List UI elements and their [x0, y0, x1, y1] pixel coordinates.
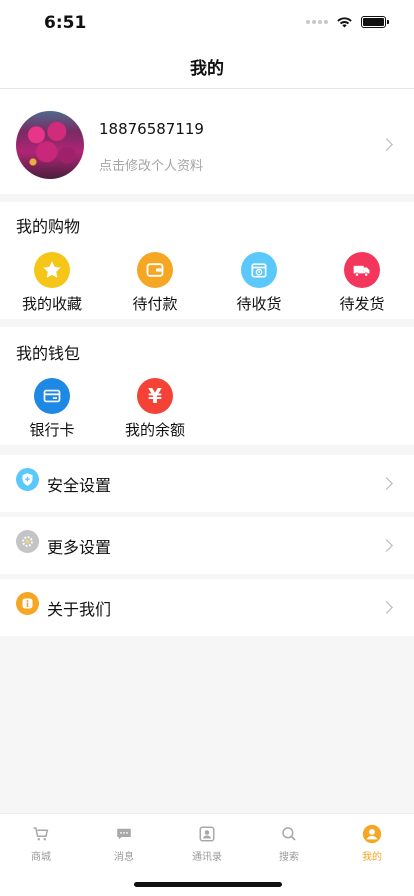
- pending-receipt-label: 待收货: [236, 295, 282, 313]
- profile-phone: 18876587119: [99, 120, 204, 138]
- favorites-button[interactable]: 我的收藏: [14, 252, 90, 314]
- pending-payment-label: 待付款: [132, 295, 178, 313]
- navigation-bar: 我的: [0, 44, 414, 89]
- truck-icon: [344, 252, 380, 288]
- clock-package-icon: [241, 252, 277, 288]
- pending-payment-button[interactable]: 待付款: [117, 252, 193, 314]
- more-settings-label: 更多设置: [47, 538, 112, 557]
- about-us-row[interactable]: 关于我们: [0, 579, 414, 636]
- tab-mine[interactable]: 我的: [342, 824, 402, 863]
- profile-card[interactable]: 18876587119 点击修改个人资料: [0, 89, 414, 194]
- security-settings-label: 安全设置: [47, 476, 112, 495]
- cart-icon: [31, 824, 51, 844]
- status-time: 6:51: [44, 13, 87, 33]
- tab-messages[interactable]: 消息: [94, 824, 154, 863]
- page-title: 我的: [190, 58, 224, 79]
- user-icon: [362, 824, 382, 844]
- pending-receipt-button[interactable]: 待收货: [221, 252, 297, 314]
- search-icon: [279, 824, 299, 844]
- contacts-icon: [197, 824, 217, 844]
- message-icon: [114, 824, 134, 844]
- signal-icon: [306, 20, 328, 24]
- yuan-icon: ¥: [137, 378, 173, 414]
- status-indicators: [306, 16, 389, 28]
- security-settings-row[interactable]: 安全设置: [0, 455, 414, 512]
- avatar[interactable]: [16, 111, 84, 179]
- tab-contacts-label: 通讯录: [192, 852, 222, 863]
- balance-button[interactable]: ¥ 我的余额: [117, 378, 193, 440]
- shield-icon: [16, 468, 39, 491]
- pending-shipment-button[interactable]: 待发货: [324, 252, 400, 314]
- tab-mall-label: 商城: [31, 852, 51, 863]
- wallet-title: 我的钱包: [16, 344, 81, 363]
- wifi-icon: [337, 17, 352, 28]
- bank-card-button[interactable]: 银行卡: [14, 378, 90, 440]
- tab-search-label: 搜索: [279, 852, 299, 863]
- pending-shipment-label: 待发货: [339, 295, 385, 313]
- more-settings-row[interactable]: 更多设置: [0, 517, 414, 574]
- wallet-icon: [137, 252, 173, 288]
- balance-label: 我的余额: [124, 421, 185, 439]
- tab-mine-label: 我的: [362, 852, 382, 863]
- tab-contacts[interactable]: 通讯录: [177, 824, 237, 863]
- tab-search[interactable]: 搜索: [259, 824, 319, 863]
- about-us-label: 关于我们: [47, 600, 112, 619]
- info-icon: [16, 592, 39, 615]
- battery-icon: [361, 16, 389, 28]
- shopping-title: 我的购物: [16, 217, 81, 236]
- tab-messages-label: 消息: [114, 852, 134, 863]
- wallet-section: 我的钱包 银行卡 ¥ 我的余额: [0, 327, 414, 445]
- profile-edit-hint: 点击修改个人资料: [99, 159, 204, 174]
- gear-icon: [16, 530, 39, 553]
- shopping-section: 我的购物 我的收藏 待付款 待收货 待发货: [0, 202, 414, 319]
- status-bar: 6:51: [0, 0, 414, 44]
- card-icon: [34, 378, 70, 414]
- chevron-right-icon: [380, 138, 393, 151]
- bank-card-label: 银行卡: [29, 421, 75, 439]
- home-indicator: [134, 882, 282, 887]
- chevron-right-icon: [380, 539, 393, 552]
- tab-mall[interactable]: 商城: [11, 824, 71, 863]
- chevron-right-icon: [380, 477, 393, 490]
- chevron-right-icon: [380, 601, 393, 614]
- star-icon: [34, 252, 70, 288]
- favorites-label: 我的收藏: [21, 295, 82, 313]
